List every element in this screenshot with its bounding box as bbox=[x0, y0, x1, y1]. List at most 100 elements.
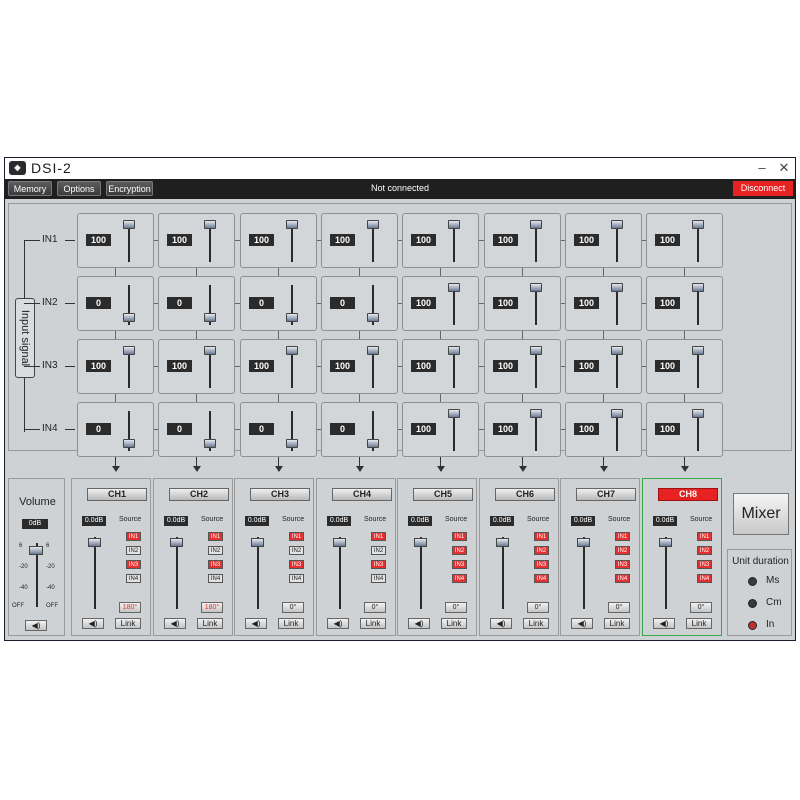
channel-fader[interactable] bbox=[88, 538, 101, 547]
channel-mute-button[interactable]: ◀) bbox=[571, 618, 593, 629]
source-button-in3[interactable]: IN3 bbox=[615, 560, 630, 569]
channel-select-button[interactable]: CH7 bbox=[576, 488, 636, 501]
cell-fader[interactable] bbox=[530, 409, 542, 418]
channel-fader[interactable] bbox=[170, 538, 183, 547]
channel-mute-button[interactable]: ◀) bbox=[245, 618, 267, 629]
unit-radio-ms[interactable] bbox=[748, 577, 757, 586]
source-button-in3[interactable]: IN3 bbox=[289, 560, 304, 569]
cell-fader[interactable] bbox=[611, 409, 623, 418]
minimize-button[interactable]: – bbox=[751, 159, 773, 177]
source-button-in4[interactable]: IN4 bbox=[452, 574, 467, 583]
source-button-in1[interactable]: IN1 bbox=[371, 532, 386, 541]
link-button[interactable]: Link bbox=[360, 618, 386, 629]
cell-fader[interactable] bbox=[367, 313, 379, 322]
source-button-in1[interactable]: IN1 bbox=[452, 532, 467, 541]
cell-fader[interactable] bbox=[123, 346, 135, 355]
channel-fader[interactable] bbox=[659, 538, 672, 547]
source-button-in2[interactable]: IN2 bbox=[208, 546, 223, 555]
cell-fader[interactable] bbox=[123, 313, 135, 322]
channel-mute-button[interactable]: ◀) bbox=[653, 618, 675, 629]
channel-select-button[interactable]: CH1 bbox=[87, 488, 147, 501]
cell-fader[interactable] bbox=[448, 283, 460, 292]
cell-fader[interactable] bbox=[692, 346, 704, 355]
source-button-in3[interactable]: IN3 bbox=[208, 560, 223, 569]
source-button-in3[interactable]: IN3 bbox=[371, 560, 386, 569]
volume-fader[interactable] bbox=[29, 545, 43, 555]
source-button-in2[interactable]: IN2 bbox=[534, 546, 549, 555]
cell-fader[interactable] bbox=[611, 283, 623, 292]
cell-fader[interactable] bbox=[611, 346, 623, 355]
source-button-in2[interactable]: IN2 bbox=[697, 546, 712, 555]
channel-mute-button[interactable]: ◀) bbox=[164, 618, 186, 629]
phase-button[interactable]: 0° bbox=[608, 602, 630, 613]
cell-fader[interactable] bbox=[448, 346, 460, 355]
link-button[interactable]: Link bbox=[197, 618, 223, 629]
source-button-in4[interactable]: IN4 bbox=[289, 574, 304, 583]
channel-select-button[interactable]: CH5 bbox=[413, 488, 473, 501]
cell-fader[interactable] bbox=[367, 346, 379, 355]
cell-fader[interactable] bbox=[692, 220, 704, 229]
channel-fader[interactable] bbox=[251, 538, 264, 547]
channel-select-button[interactable]: CH8 bbox=[658, 488, 718, 501]
cell-fader[interactable] bbox=[530, 220, 542, 229]
phase-button[interactable]: 180° bbox=[119, 602, 141, 613]
options-button[interactable]: Options bbox=[57, 181, 101, 196]
cell-fader[interactable] bbox=[448, 220, 460, 229]
cell-fader[interactable] bbox=[286, 439, 298, 448]
channel-fader[interactable] bbox=[496, 538, 509, 547]
unit-radio-in[interactable] bbox=[748, 621, 757, 630]
cell-fader[interactable] bbox=[530, 283, 542, 292]
cell-fader[interactable] bbox=[530, 346, 542, 355]
encryption-button[interactable]: Encryption bbox=[106, 181, 153, 196]
disconnect-button[interactable]: Disconnect bbox=[733, 181, 793, 196]
source-button-in3[interactable]: IN3 bbox=[452, 560, 467, 569]
source-button-in2[interactable]: IN2 bbox=[289, 546, 304, 555]
channel-select-button[interactable]: CH3 bbox=[250, 488, 310, 501]
source-button-in1[interactable]: IN1 bbox=[126, 532, 141, 541]
source-button-in3[interactable]: IN3 bbox=[534, 560, 549, 569]
source-button-in4[interactable]: IN4 bbox=[697, 574, 712, 583]
source-button-in3[interactable]: IN3 bbox=[126, 560, 141, 569]
phase-button[interactable]: 0° bbox=[690, 602, 712, 613]
source-button-in4[interactable]: IN4 bbox=[615, 574, 630, 583]
cell-fader[interactable] bbox=[204, 313, 216, 322]
source-button-in4[interactable]: IN4 bbox=[208, 574, 223, 583]
channel-mute-button[interactable]: ◀) bbox=[82, 618, 104, 629]
mixer-button[interactable]: Mixer bbox=[733, 493, 789, 535]
cell-fader[interactable] bbox=[286, 313, 298, 322]
source-button-in1[interactable]: IN1 bbox=[615, 532, 630, 541]
channel-fader[interactable] bbox=[577, 538, 590, 547]
channel-mute-button[interactable]: ◀) bbox=[490, 618, 512, 629]
channel-mute-button[interactable]: ◀) bbox=[327, 618, 349, 629]
phase-button[interactable]: 0° bbox=[527, 602, 549, 613]
master-mute-button[interactable]: ◀) bbox=[25, 620, 47, 631]
link-button[interactable]: Link bbox=[523, 618, 549, 629]
source-button-in2[interactable]: IN2 bbox=[452, 546, 467, 555]
source-button-in3[interactable]: IN3 bbox=[697, 560, 712, 569]
channel-select-button[interactable]: CH4 bbox=[332, 488, 392, 501]
source-button-in4[interactable]: IN4 bbox=[371, 574, 386, 583]
cell-fader[interactable] bbox=[204, 439, 216, 448]
link-button[interactable]: Link bbox=[441, 618, 467, 629]
channel-select-button[interactable]: CH6 bbox=[495, 488, 555, 501]
source-button-in2[interactable]: IN2 bbox=[126, 546, 141, 555]
cell-fader[interactable] bbox=[286, 346, 298, 355]
source-button-in1[interactable]: IN1 bbox=[289, 532, 304, 541]
source-button-in1[interactable]: IN1 bbox=[208, 532, 223, 541]
cell-fader[interactable] bbox=[611, 220, 623, 229]
cell-fader[interactable] bbox=[123, 220, 135, 229]
source-button-in1[interactable]: IN1 bbox=[534, 532, 549, 541]
channel-fader[interactable] bbox=[414, 538, 427, 547]
phase-button[interactable]: 0° bbox=[364, 602, 386, 613]
link-button[interactable]: Link bbox=[604, 618, 630, 629]
cell-fader[interactable] bbox=[367, 220, 379, 229]
cell-fader[interactable] bbox=[123, 439, 135, 448]
cell-fader[interactable] bbox=[692, 283, 704, 292]
cell-fader[interactable] bbox=[204, 220, 216, 229]
source-button-in4[interactable]: IN4 bbox=[126, 574, 141, 583]
channel-select-button[interactable]: CH2 bbox=[169, 488, 229, 501]
source-button-in4[interactable]: IN4 bbox=[534, 574, 549, 583]
memory-button[interactable]: Memory bbox=[8, 181, 52, 196]
phase-button[interactable]: 0° bbox=[445, 602, 467, 613]
cell-fader[interactable] bbox=[204, 346, 216, 355]
